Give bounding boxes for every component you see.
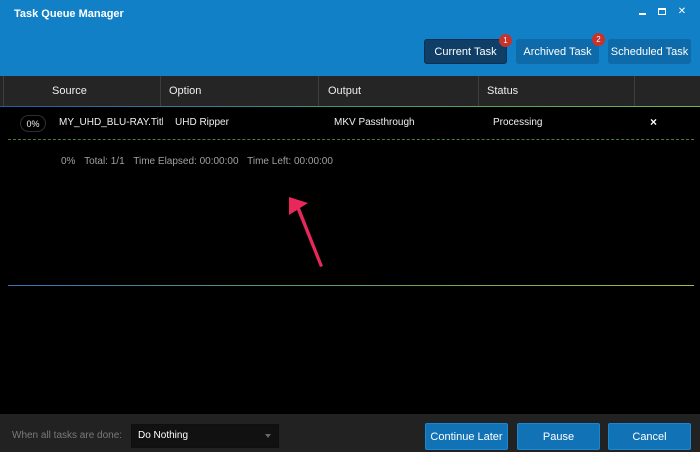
cancel-button[interactable]: Cancel (608, 423, 691, 450)
column-header-output[interactable]: Output (319, 76, 479, 106)
column-header-option[interactable]: Option (160, 76, 319, 106)
when-done-select[interactable]: Do Nothing (131, 424, 279, 448)
task-table-header: Source Option Output Status (0, 76, 700, 107)
tab-archived-task-label: Archived Task (523, 45, 592, 58)
tab-scheduled-task[interactable]: Scheduled Task (608, 39, 691, 64)
window-title: Task Queue Manager (14, 8, 124, 20)
remove-task-icon[interactable]: × (650, 115, 657, 129)
panel-separator (8, 285, 694, 286)
column-header-source[interactable]: Source (43, 76, 161, 106)
when-done-label: When all tasks are done: (12, 430, 123, 441)
time-elapsed: Time Elapsed: 00:00:00 (133, 156, 239, 167)
table-row[interactable]: 0% MY_UHD_BLU-RAY.Title UHD Ripper MKV P… (0, 107, 700, 139)
archived-task-count-badge: 2 (592, 33, 605, 46)
overall-percent: 0% (61, 156, 76, 167)
when-done-value: Do Nothing (138, 430, 189, 441)
minimize-icon[interactable] (632, 4, 652, 18)
close-icon[interactable]: ✕ (672, 4, 692, 18)
tab-current-task-label: Current Task (434, 45, 497, 58)
tab-scheduled-task-label: Scheduled Task (610, 45, 689, 58)
title-bar: Task Queue Manager ✕ Current Task 1 Arch… (0, 0, 700, 76)
column-header-status[interactable]: Status (478, 76, 635, 106)
row-progress-badge: 0% (20, 115, 46, 132)
maximize-icon[interactable] (652, 4, 672, 18)
row-divider (8, 139, 694, 140)
pause-button[interactable]: Pause (517, 423, 600, 450)
continue-later-button[interactable]: Continue Later (425, 423, 508, 450)
row-output: MKV Passthrough (334, 117, 415, 128)
time-left: Time Left: 00:00:00 (247, 156, 333, 167)
row-option: UHD Ripper (175, 117, 229, 128)
tab-archived-task[interactable]: Archived Task 2 (516, 33, 605, 64)
progress-summary: 0% Total: 1/1 Time Elapsed: 00:00:00 Tim… (61, 156, 339, 167)
tab-current-task[interactable]: Current Task 1 (424, 34, 512, 64)
header-edge (0, 76, 4, 106)
row-status: Processing (493, 117, 543, 128)
total-count: Total: 1/1 (84, 156, 125, 167)
chevron-down-icon (265, 434, 271, 438)
annotation-arrow-icon (289, 197, 323, 267)
window-controls: ✕ (632, 4, 692, 18)
row-source: MY_UHD_BLU-RAY.Title (59, 117, 163, 128)
current-task-count-badge: 1 (499, 34, 512, 47)
